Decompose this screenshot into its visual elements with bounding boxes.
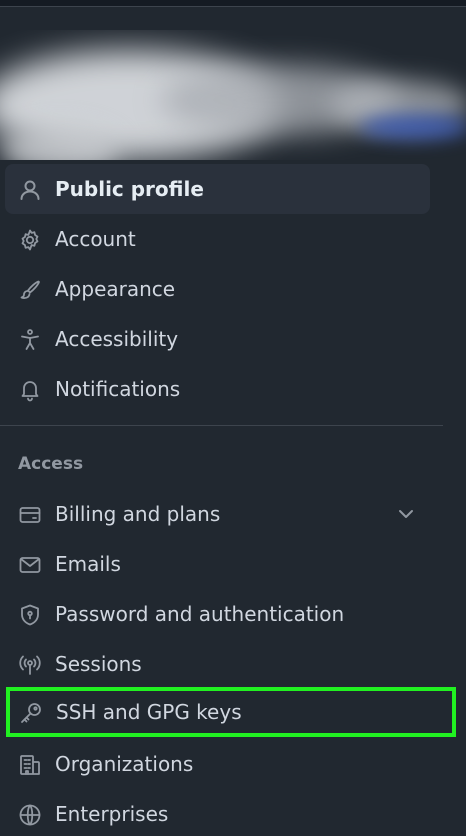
mail-icon — [17, 552, 43, 578]
accessibility-icon — [17, 327, 43, 353]
nav-item-label: Enterprises — [55, 802, 169, 826]
nav-item-label: Accessibility — [55, 327, 179, 351]
globe-icon — [17, 802, 43, 828]
nav-item-label: Emails — [55, 552, 121, 576]
nav-item-label: Password and authentication — [55, 602, 345, 626]
nav-item-notifications[interactable]: Notifications — [5, 364, 430, 414]
shield-lock-icon — [17, 602, 43, 628]
nav-item-label: Notifications — [55, 377, 181, 401]
paintbrush-icon — [17, 277, 43, 303]
broadcast-icon — [17, 652, 43, 678]
nav-item-accessibility[interactable]: Accessibility — [5, 314, 430, 364]
credit-card-icon — [17, 502, 43, 528]
nav-item-appearance[interactable]: Appearance — [5, 264, 430, 314]
nav-item-emails[interactable]: Emails — [5, 539, 430, 589]
bell-icon — [17, 377, 43, 403]
nav-item-account[interactable]: Account — [5, 214, 430, 264]
nav-item-ssh-and-gpg-keys[interactable]: SSH and GPG keys — [6, 687, 456, 737]
blurred-user-header — [0, 30, 466, 160]
nav-item-password-and-authentication[interactable]: Password and authentication — [5, 589, 430, 639]
settings-sidebar: Public profile Account Appearance Access… — [0, 0, 466, 836]
nav-item-label: Appearance — [55, 277, 176, 301]
nav-item-label: Account — [55, 227, 136, 251]
gear-icon — [17, 227, 43, 253]
key-icon — [18, 700, 44, 726]
nav-item-organizations[interactable]: Organizations — [5, 739, 430, 789]
nav-item-enterprises[interactable]: Enterprises — [5, 789, 430, 836]
section-divider — [0, 425, 443, 426]
nav-item-label: SSH and GPG keys — [56, 700, 242, 724]
access-section-heading: Access — [18, 454, 84, 474]
top-border — [0, 0, 466, 7]
nav-item-billing-and-plans[interactable]: Billing and plans — [5, 489, 430, 539]
chevron-down-icon[interactable] — [394, 502, 418, 526]
organization-icon — [17, 752, 43, 778]
nav-item-label: Sessions — [55, 652, 142, 676]
nav-item-sessions[interactable]: Sessions — [5, 639, 430, 689]
nav-item-label: Public profile — [55, 177, 204, 201]
nav-item-public-profile[interactable]: Public profile — [5, 164, 430, 214]
person-icon — [17, 177, 43, 203]
nav-item-label: Billing and plans — [55, 502, 221, 526]
nav-item-label: Organizations — [55, 752, 194, 776]
